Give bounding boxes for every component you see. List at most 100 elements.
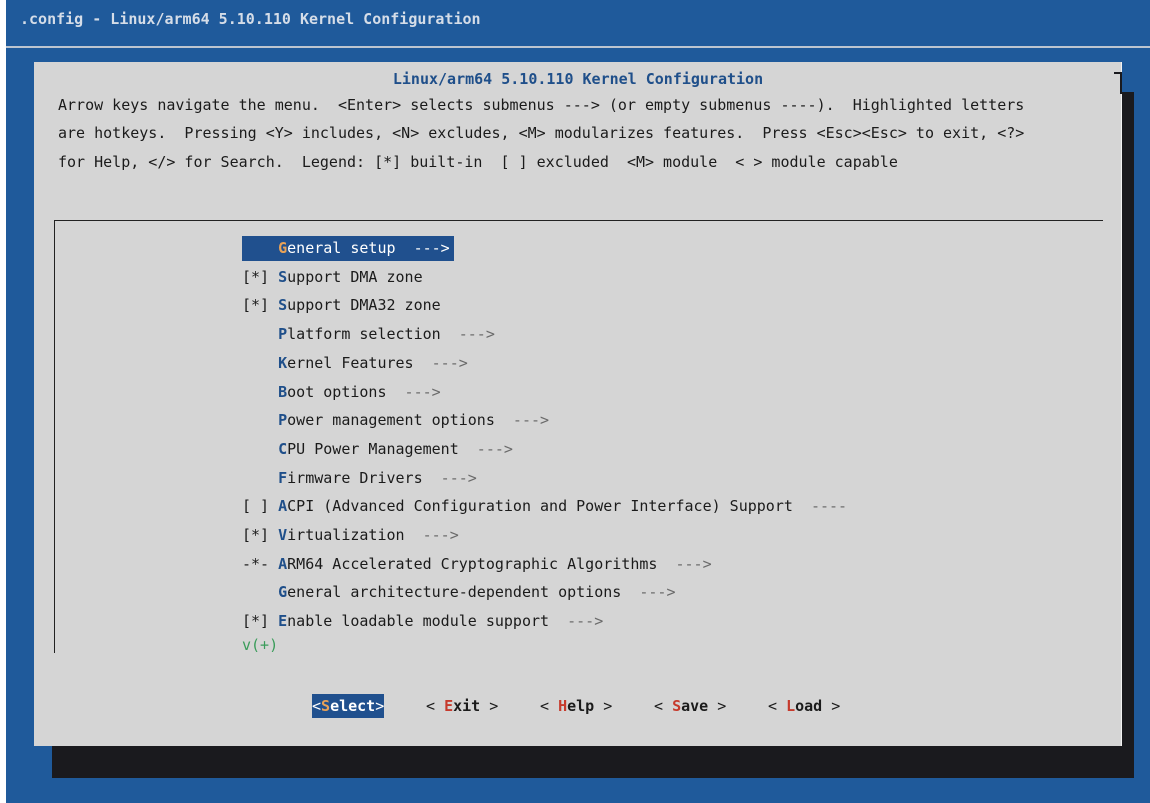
menu-item-hotkey: E: [278, 612, 288, 631]
button-label: elp: [567, 697, 595, 715]
menu-item[interactable]: [ ] ACPI (Advanced Configuration and Pow…: [242, 494, 847, 519]
button-hotkey: S: [321, 697, 331, 715]
menu-item-hotkey: S: [278, 296, 288, 315]
menu-item-label: PU Power Management: [287, 439, 459, 458]
menu-item-state: [ ]: [242, 497, 279, 516]
menu-item-hotkey: G: [278, 239, 288, 257]
select-button[interactable]: <Select>: [312, 694, 385, 718]
help-text-line-2: are hotkeys. Pressing <Y> includes, <N> …: [58, 124, 1025, 142]
button-bracket: >: [375, 697, 385, 715]
button-bracket: <: [654, 697, 673, 715]
menu-item-hotkey: P: [278, 325, 288, 344]
menu-item-state: [242, 440, 278, 458]
menu-item-hotkey: A: [278, 554, 288, 573]
menu-item-label: CPI (Advanced Configuration and Power In…: [287, 497, 793, 516]
button-label: elect: [330, 697, 376, 715]
help-text-line-1: Arrow keys navigate the menu. <Enter> se…: [58, 96, 1025, 114]
menu-item-state: [242, 325, 278, 343]
button-bracket: >: [480, 697, 499, 715]
button-label: ave: [681, 697, 709, 715]
title-divider: [6, 46, 1150, 48]
menu-item-label: eneral setup: [287, 239, 396, 257]
window-title: .config - Linux/arm64 5.10.110 Kernel Co…: [20, 10, 481, 28]
button-bar: <Select> < Exit > < Help > < Save > < Load >: [34, 694, 1122, 720]
scroll-more-indicator[interactable]: v(+): [242, 636, 278, 654]
button-bracket: <: [426, 697, 445, 715]
menu-item[interactable]: CPU Power Management --->: [242, 437, 513, 462]
submenu-arrow-icon: ----: [792, 497, 848, 516]
submenu-arrow-icon: --->: [422, 468, 477, 487]
button-hotkey: H: [558, 697, 568, 715]
menu-item-state: [242, 354, 278, 372]
menu-item-label: irmware Drivers: [287, 468, 423, 487]
submenu-arrow-icon: --->: [395, 239, 450, 257]
menu-item-label: oot options: [287, 382, 387, 401]
menu-item[interactable]: Kernel Features --->: [242, 351, 468, 376]
menu-item-hotkey: G: [278, 583, 288, 602]
screen: .config - Linux/arm64 5.10.110 Kernel Co…: [0, 0, 1150, 803]
button-bracket: <: [540, 697, 559, 715]
button-bracket: >: [822, 697, 841, 715]
exit-button[interactable]: < Exit >: [426, 694, 498, 718]
menu-item-hotkey: S: [278, 267, 288, 286]
button-bracket: <: [312, 697, 322, 715]
submenu-arrow-icon: --->: [621, 583, 676, 602]
button-bracket: >: [594, 697, 613, 715]
config-dialog: Linux/arm64 5.10.110 Kernel Configuratio…: [34, 62, 1122, 746]
menu-item-label: irtualization: [287, 526, 405, 544]
menu-item-label: ower management options: [287, 411, 495, 430]
button-bracket: >: [708, 697, 727, 715]
menu-item[interactable]: Platform selection --->: [242, 322, 495, 347]
button-bracket: <: [768, 697, 787, 715]
help-text-line-3: for Help, </> for Search. Legend: [*] bu…: [58, 153, 898, 171]
help-button[interactable]: < Help >: [540, 694, 612, 718]
menu-item-state: [*]: [242, 267, 279, 286]
menu-item-hotkey: P: [278, 411, 288, 430]
menu-item[interactable]: [*] Virtualization --->: [242, 523, 459, 548]
dialog-title: Linux/arm64 5.10.110 Kernel Configuratio…: [392, 70, 764, 88]
menu-item-state: [242, 239, 278, 257]
submenu-arrow-icon: --->: [549, 612, 604, 631]
menu-item-label: RM64 Accelerated Cryptographic Algorithm…: [287, 554, 658, 573]
menu-item[interactable]: -*- ARM64 Accelerated Cryptographic Algo…: [242, 552, 712, 577]
menu-item[interactable]: Power management options --->: [242, 408, 549, 433]
menu-item-label: latform selection: [287, 325, 441, 344]
menu-item-label: nable loadable module support: [287, 612, 550, 631]
button-hotkey: E: [444, 697, 454, 715]
menu-item-state: [*]: [242, 612, 279, 631]
menu-item-state: [*]: [242, 296, 279, 315]
submenu-arrow-icon: --->: [458, 439, 513, 458]
menu-item[interactable]: [*] Support DMA zone: [242, 265, 423, 290]
submenu-arrow-icon: --->: [440, 325, 495, 344]
save-button[interactable]: < Save >: [654, 694, 726, 718]
menu-item-state: [242, 383, 278, 401]
menu-item-state: [242, 469, 278, 487]
menu-item-hotkey: F: [278, 468, 288, 487]
menu-item[interactable]: Firmware Drivers --->: [242, 466, 477, 491]
menu-item[interactable]: Boot options --->: [242, 380, 441, 405]
menu-item[interactable]: General setup --->: [242, 236, 454, 261]
menu-item-state: [242, 583, 278, 601]
terminal-window: .config - Linux/arm64 5.10.110 Kernel Co…: [6, 0, 1150, 803]
menu-item-label: upport DMA zone: [287, 267, 423, 286]
submenu-arrow-icon: --->: [494, 411, 550, 430]
menu-item-label: upport DMA32 zone: [287, 296, 441, 315]
menu-item[interactable]: General architecture-dependent options -…: [242, 580, 675, 605]
submenu-arrow-icon: --->: [657, 554, 712, 573]
menu-item[interactable]: [*] Enable loadable module support --->: [242, 609, 603, 634]
menu-item-hotkey: K: [278, 353, 288, 372]
load-button[interactable]: < Load >: [768, 694, 840, 718]
submenu-arrow-icon: --->: [413, 353, 468, 372]
menu-item-state: [*]: [242, 526, 279, 544]
menu-item-hotkey: C: [278, 439, 288, 458]
submenu-arrow-icon: --->: [404, 526, 459, 544]
submenu-arrow-icon: --->: [386, 382, 441, 401]
button-hotkey: L: [786, 697, 796, 715]
button-hotkey: S: [672, 697, 682, 715]
menu-item-state: -*-: [242, 554, 279, 573]
menu-item[interactable]: [*] Support DMA32 zone: [242, 293, 441, 318]
button-label: oad: [795, 697, 823, 715]
button-label: xit: [453, 697, 481, 715]
menu-item-hotkey: B: [278, 382, 288, 401]
menu-item-hotkey: V: [278, 526, 288, 544]
